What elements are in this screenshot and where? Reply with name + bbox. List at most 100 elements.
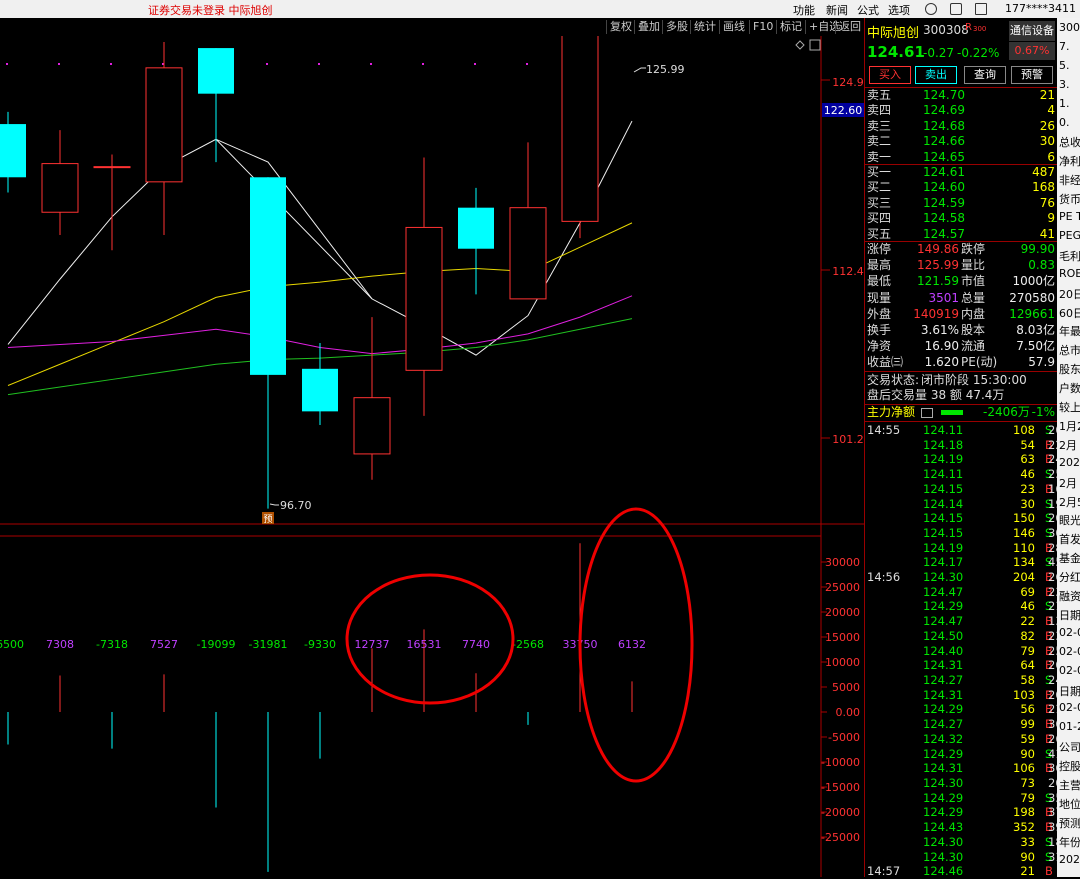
mail-icon[interactable] — [975, 3, 987, 15]
f10-item[interactable]: 2月 — [1059, 437, 1077, 453]
user-account[interactable]: 177****3411 — [1005, 2, 1076, 15]
f10-item[interactable]: 年最 — [1059, 323, 1080, 339]
bid-row[interactable]: 买一 124.61 487 — [865, 165, 1058, 180]
tick-volume: 108 — [1013, 423, 1035, 437]
ask-row[interactable]: 卖五 124.70 21 — [865, 88, 1058, 103]
book-price: 124.66 — [923, 134, 965, 149]
toolbar-stats-button[interactable]: 统计 — [690, 20, 719, 34]
indicator-value-label: 16531 — [407, 638, 442, 651]
f10-item[interactable]: 60日 — [1059, 305, 1080, 321]
menu-formula[interactable]: 公式 — [857, 2, 879, 18]
f10-item[interactable]: 02-0 — [1059, 645, 1080, 658]
stat-label: 总量 — [961, 290, 986, 305]
toolbar-mark-button[interactable]: 标记 — [776, 20, 805, 34]
ask-row[interactable]: 卖一 124.65 6 — [865, 150, 1058, 165]
kline-chart[interactable]: -6500 7308 -7318 7527 -19099 -31981 -9330 12737… — [0, 36, 864, 877]
bid-row[interactable]: 买五 124.57 41 — [865, 227, 1058, 242]
sell-button[interactable]: 卖出 — [915, 66, 957, 84]
f10-item[interactable]: 3. — [1059, 78, 1070, 91]
f10-item[interactable]: 分红 — [1059, 569, 1080, 585]
f10-item[interactable]: 202 — [1059, 853, 1080, 866]
f10-item[interactable]: 日期 — [1059, 607, 1080, 623]
f10-item[interactable]: 年份 — [1059, 834, 1080, 850]
buy-button[interactable]: 买入 — [869, 66, 911, 84]
price-change-pct: -0.22% — [957, 46, 1000, 60]
toolbar-draw-button[interactable]: 画线 — [719, 20, 748, 34]
f10-item[interactable]: 7. — [1059, 40, 1070, 53]
f10-item[interactable]: 0. — [1059, 116, 1070, 129]
f10-item[interactable]: 02-0 — [1059, 626, 1080, 639]
tick-volume: 82 — [1020, 628, 1035, 643]
f10-item[interactable]: 1月2 — [1059, 418, 1080, 434]
tick-price: 124.29 — [923, 805, 964, 820]
f10-item[interactable]: 1. — [1059, 97, 1070, 110]
sector-button[interactable]: 通信设备 — [1009, 21, 1055, 41]
ask-row[interactable]: 卖四 124.69 4 — [865, 103, 1058, 118]
alert-button[interactable]: 预警 — [1011, 66, 1053, 84]
f10-item[interactable]: 公司 — [1059, 739, 1080, 755]
menu-options[interactable]: 选项 — [888, 2, 910, 18]
bid-row[interactable]: 买四 124.58 9 — [865, 211, 1058, 226]
indicator-axis-tick: 20000 — [825, 606, 860, 619]
f10-item[interactable]: 主营 — [1059, 777, 1080, 793]
menu-news[interactable]: 新闻 — [826, 2, 848, 18]
f10-item[interactable]: 总市 — [1059, 342, 1080, 358]
f10-item[interactable]: 5. — [1059, 59, 1070, 72]
diamond-icon[interactable] — [795, 40, 805, 50]
stat-label: PE(动) — [961, 355, 998, 370]
tick-price: 124.47 — [923, 614, 964, 629]
bid-row[interactable]: 买二 124.60 168 — [865, 180, 1058, 195]
f10-item[interactable]: 2月 — [1059, 475, 1077, 491]
f10-item[interactable]: 总收 — [1059, 134, 1080, 150]
tick-row: 124.40 79 B 25 — [865, 644, 1063, 659]
f10-item[interactable]: 户数 — [1059, 380, 1080, 396]
tick-row: 124.17 134 S 45 — [865, 555, 1063, 570]
f10-item[interactable]: 2月5 — [1059, 494, 1080, 510]
f10-item[interactable]: 202 — [1059, 456, 1080, 469]
f10-item[interactable]: 02-0 — [1059, 701, 1080, 714]
query-button[interactable]: 查询 — [964, 66, 1006, 84]
f10-item[interactable]: 日期 — [1059, 683, 1080, 699]
ask-row[interactable]: 卖三 124.68 26 — [865, 119, 1058, 134]
tick-volume: 46 — [1020, 599, 1035, 614]
f10-item[interactable]: 20日 — [1059, 286, 1080, 302]
f10-item[interactable]: 非经 — [1059, 172, 1080, 188]
f10-item[interactable]: 02-0 — [1059, 664, 1080, 677]
f10-item[interactable]: PEG — [1059, 229, 1080, 242]
refresh-icon[interactable] — [925, 3, 937, 15]
toolbar-back-button[interactable]: 返回 — [835, 20, 864, 34]
f10-item[interactable]: 预测 — [1059, 815, 1080, 831]
price-axis: 124.9 112.4 101.2 122.60 — [822, 76, 864, 446]
f10-item[interactable]: 控股 — [1059, 758, 1080, 774]
book-level-label: 买三 — [867, 195, 892, 210]
f10-item[interactable]: 较上 — [1059, 399, 1080, 415]
flow-menu-icon[interactable] — [921, 408, 933, 418]
stats-row: 最低 121.59 市值 1000亿 — [865, 274, 1058, 289]
menu-function[interactable]: 功能 — [793, 2, 815, 18]
toolbar-f10-button[interactable]: F10 — [749, 20, 776, 34]
f10-item[interactable]: 股东 — [1059, 361, 1080, 377]
window-restore-icon[interactable] — [809, 39, 821, 51]
indicator-axis-tick: 30000 — [825, 556, 860, 569]
toolbar-overlay-button[interactable]: 叠加 — [634, 20, 663, 34]
f10-item[interactable]: 净利 — [1059, 153, 1080, 169]
f10-item[interactable]: 眼光 — [1059, 512, 1080, 528]
f10-item[interactable]: 300 — [1059, 21, 1080, 34]
f10-item[interactable]: 融资 — [1059, 588, 1080, 604]
toolbar-multi-stock-button[interactable]: 多股 — [662, 20, 691, 34]
f10-item[interactable]: ROE — [1059, 267, 1080, 280]
grid-icon[interactable] — [950, 3, 962, 15]
ask-row[interactable]: 卖二 124.66 30 — [865, 134, 1058, 149]
f10-item[interactable]: 首发 — [1059, 531, 1080, 547]
stats-row: 外盘 140919 内盘 129661 — [865, 307, 1058, 322]
main-flow-row[interactable]: 主力净额 -2406万 -1% — [865, 405, 1058, 420]
bid-row[interactable]: 买三 124.59 76 — [865, 196, 1058, 211]
f10-item[interactable]: PE T — [1059, 210, 1080, 223]
toolbar-restore-button[interactable]: 复权 — [606, 20, 635, 34]
book-price: 124.68 — [923, 118, 965, 133]
f10-item[interactable]: 毛利 — [1059, 248, 1080, 264]
f10-item[interactable]: 地位 — [1059, 796, 1080, 812]
f10-item[interactable]: 基金 — [1059, 550, 1080, 566]
f10-item[interactable]: 货币 — [1059, 191, 1080, 207]
f10-item[interactable]: 01-2 — [1059, 720, 1080, 733]
